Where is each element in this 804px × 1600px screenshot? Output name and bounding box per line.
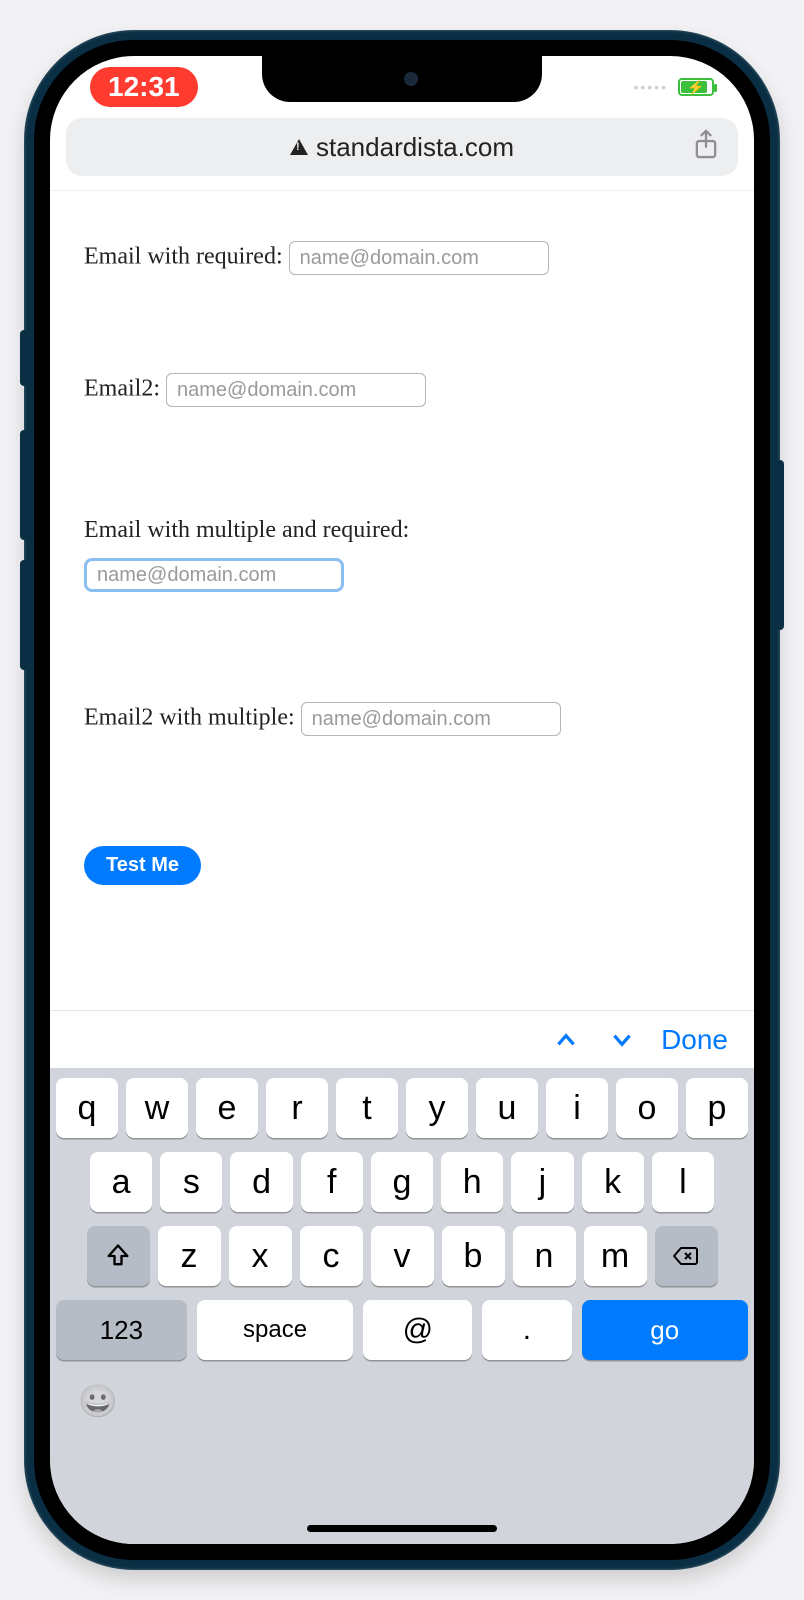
key-r[interactable]: r: [266, 1078, 328, 1138]
volume-down-button: [20, 560, 28, 670]
key-z[interactable]: z: [158, 1226, 221, 1286]
key-e[interactable]: e: [196, 1078, 258, 1138]
done-button[interactable]: Done: [661, 1024, 728, 1056]
key-d[interactable]: d: [230, 1152, 292, 1212]
battery-icon: ⚡: [678, 78, 714, 96]
key-j[interactable]: j: [511, 1152, 573, 1212]
email-required-input[interactable]: [289, 241, 549, 275]
email-multiple-required-input[interactable]: [84, 558, 344, 592]
webpage-content: Email with required: Email2: Email with …: [50, 191, 754, 905]
key-p[interactable]: p: [686, 1078, 748, 1138]
key-l[interactable]: l: [652, 1152, 714, 1212]
on-screen-keyboard: q w e r t y u i o p a s d: [50, 1068, 754, 1544]
share-icon[interactable]: [692, 129, 720, 166]
key-v[interactable]: v: [371, 1226, 434, 1286]
key-x[interactable]: x: [229, 1226, 292, 1286]
field-label-email-multiple-required: Email with multiple and required:: [84, 517, 409, 543]
key-a[interactable]: a: [90, 1152, 152, 1212]
email2-input[interactable]: [166, 373, 426, 407]
numbers-key[interactable]: 123: [56, 1300, 187, 1360]
shift-key[interactable]: [87, 1226, 150, 1286]
field-label-email2-multiple: Email2 with multiple:: [84, 705, 295, 731]
key-u[interactable]: u: [476, 1078, 538, 1138]
emoji-key[interactable]: 😀: [78, 1382, 118, 1420]
power-button: [776, 460, 784, 630]
at-key[interactable]: @: [363, 1300, 472, 1360]
key-n[interactable]: n: [513, 1226, 576, 1286]
status-time[interactable]: 12:31: [90, 67, 198, 107]
prev-field-button[interactable]: [551, 1025, 581, 1055]
key-h[interactable]: h: [441, 1152, 503, 1212]
key-y[interactable]: y: [406, 1078, 468, 1138]
field-label-email2: Email2:: [84, 376, 160, 402]
key-q[interactable]: q: [56, 1078, 118, 1138]
cellular-dots-icon: •••••: [633, 79, 668, 95]
key-b[interactable]: b: [442, 1226, 505, 1286]
address-bar-domain: standardista.com: [316, 132, 514, 163]
key-k[interactable]: k: [582, 1152, 644, 1212]
space-key[interactable]: space: [197, 1300, 354, 1360]
field-label-email-required: Email with required:: [84, 244, 283, 270]
volume-up-button: [20, 430, 28, 540]
notch: [262, 56, 542, 102]
backspace-key[interactable]: [655, 1226, 718, 1286]
mute-switch: [20, 330, 28, 386]
key-t[interactable]: t: [336, 1078, 398, 1138]
key-m[interactable]: m: [584, 1226, 647, 1286]
not-secure-icon: [290, 139, 308, 155]
email2-multiple-input[interactable]: [301, 702, 561, 736]
phone-frame: 12:31 ••••• ⚡ standardista.com: [24, 30, 780, 1570]
key-g[interactable]: g: [371, 1152, 433, 1212]
address-bar[interactable]: standardista.com: [66, 118, 738, 176]
go-key[interactable]: go: [582, 1300, 748, 1360]
home-indicator[interactable]: [307, 1525, 497, 1532]
key-w[interactable]: w: [126, 1078, 188, 1138]
dot-key[interactable]: .: [482, 1300, 571, 1360]
key-o[interactable]: o: [616, 1078, 678, 1138]
key-f[interactable]: f: [301, 1152, 363, 1212]
key-c[interactable]: c: [300, 1226, 363, 1286]
next-field-button[interactable]: [607, 1025, 637, 1055]
key-i[interactable]: i: [546, 1078, 608, 1138]
keyboard-accessory-bar: Done: [50, 1010, 754, 1068]
submit-button[interactable]: Test Me: [84, 846, 201, 885]
key-s[interactable]: s: [160, 1152, 222, 1212]
